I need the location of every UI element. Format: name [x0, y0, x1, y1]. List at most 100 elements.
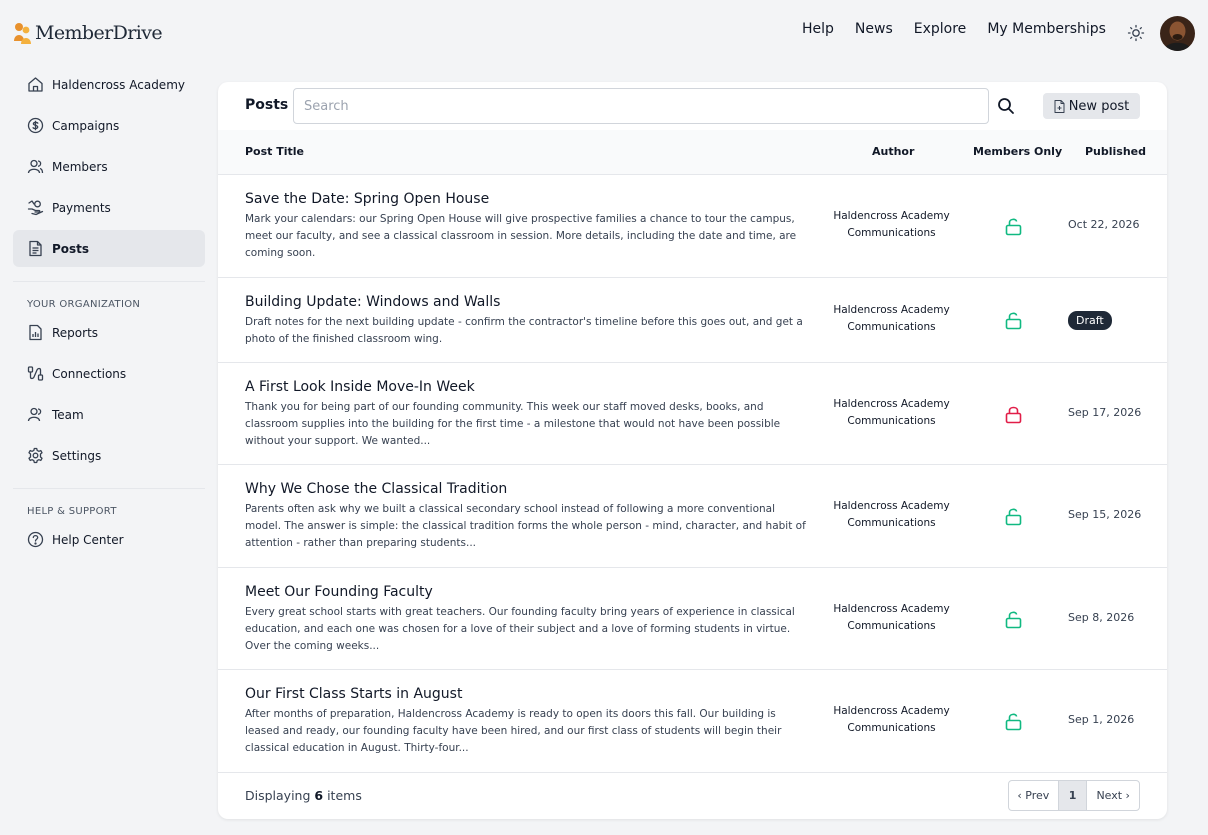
post-author: Haldencross Academy Communications: [833, 398, 950, 427]
sidebar-item-team[interactable]: Team: [13, 396, 205, 433]
home-icon: [27, 76, 44, 93]
document-icon: [27, 240, 44, 257]
page-1-button[interactable]: 1: [1058, 781, 1088, 810]
pagination: ‹ Prev 1 Next ›: [1008, 780, 1140, 811]
sidebar-item-label: Reports: [52, 325, 99, 340]
sidebar-item-help-center[interactable]: Help Center: [13, 521, 205, 558]
items-count: Displaying 6 items: [245, 788, 362, 803]
sidebar-item-campaigns[interactable]: Campaigns: [13, 107, 205, 144]
topnav-news-link[interactable]: News: [855, 21, 893, 37]
posts-toolbar: Posts New post: [218, 82, 1167, 129]
new-post-label: New post: [1068, 98, 1130, 114]
table-header: Post Title Author Members Only Published: [218, 130, 1167, 175]
prev-page-button[interactable]: ‹ Prev: [1009, 781, 1059, 810]
post-author: Haldencross Academy Communications: [833, 210, 950, 239]
unlocked-icon: [1004, 610, 1023, 629]
payment-hand-icon: [27, 199, 44, 216]
sidebar: Haldencross Academy Campaigns Members Pa…: [13, 66, 205, 562]
unlocked-icon: [1004, 217, 1023, 236]
search-icon[interactable]: [997, 97, 1015, 115]
unlocked-icon: [1004, 311, 1023, 330]
post-author: Haldencross Academy Communications: [833, 304, 950, 333]
team-icon: [27, 406, 44, 423]
column-header-members-only[interactable]: Members Only: [973, 145, 1062, 158]
top-navigation: Help News Explore My Memberships: [802, 21, 1106, 37]
sidebar-item-label: Connections: [52, 366, 127, 381]
table-row[interactable]: Why We Chose the Classical Tradition Par…: [218, 465, 1167, 568]
post-author: Haldencross Academy Communications: [833, 705, 950, 734]
unlocked-icon: [1004, 712, 1023, 731]
connections-icon: [27, 365, 44, 382]
sidebar-item-members[interactable]: Members: [13, 148, 205, 185]
sidebar-item-label: Payments: [52, 200, 111, 215]
table-row[interactable]: Our First Class Starts in August After m…: [218, 670, 1167, 773]
sidebar-section-help: HELP & SUPPORT: [27, 506, 117, 517]
sidebar-item-payments[interactable]: Payments: [13, 189, 205, 226]
post-excerpt: Thank you for being part of our founding…: [245, 401, 781, 447]
table-row[interactable]: Meet Our Founding Faculty Every great sc…: [218, 568, 1167, 670]
published-date: Oct 22, 2026: [1068, 218, 1140, 231]
sidebar-item-label: Team: [52, 407, 84, 422]
column-header-post-title[interactable]: Post Title: [245, 145, 304, 158]
topnav-help-link[interactable]: Help: [802, 21, 834, 37]
users-icon: [27, 158, 44, 175]
question-circle-icon: [27, 531, 44, 548]
column-header-author[interactable]: Author: [872, 145, 914, 158]
sidebar-item-haldencross-academy[interactable]: Haldencross Academy: [13, 66, 205, 103]
top-header: MemberDrive Help News Explore My Members…: [0, 0, 1208, 66]
sidebar-item-label: Settings: [52, 448, 102, 463]
published-date: Sep 15, 2026: [1068, 508, 1142, 521]
post-title[interactable]: Meet Our Founding Faculty: [245, 584, 433, 600]
published-date: Sep 1, 2026: [1068, 713, 1135, 726]
unlocked-icon: [1004, 507, 1023, 526]
post-author: Haldencross Academy Communications: [833, 603, 950, 632]
post-excerpt: Every great school starts with great tea…: [245, 606, 795, 652]
post-excerpt: Draft notes for the next building update…: [245, 316, 803, 345]
published-date: Sep 8, 2026: [1068, 611, 1135, 624]
items-count-suffix: items: [327, 788, 362, 803]
sidebar-item-label: Haldencross Academy: [52, 77, 185, 92]
sidebar-item-reports[interactable]: Reports: [13, 314, 205, 351]
post-excerpt: Parents often ask why we built a classic…: [245, 503, 806, 549]
sidebar-item-label: Posts: [52, 241, 90, 256]
locked-icon: [1004, 405, 1023, 424]
sidebar-item-label: Help Center: [52, 532, 124, 547]
table-row[interactable]: Building Update: Windows and Walls Draft…: [218, 278, 1167, 363]
report-icon: [27, 324, 44, 341]
sidebar-section-organization: YOUR ORGANIZATION: [27, 299, 141, 310]
table-row[interactable]: Save the Date: Spring Open House Mark yo…: [218, 175, 1167, 278]
sidebar-item-label: Members: [52, 159, 108, 174]
gear-icon: [27, 447, 44, 464]
items-count-number: 6: [314, 788, 324, 803]
brand-name: MemberDrive: [35, 22, 163, 44]
items-count-prefix: Displaying: [245, 788, 311, 803]
post-title[interactable]: A First Look Inside Move-In Week: [245, 379, 475, 395]
column-header-published[interactable]: Published: [1085, 145, 1146, 158]
user-avatar[interactable]: [1160, 16, 1195, 51]
table-row[interactable]: A First Look Inside Move-In Week Thank y…: [218, 363, 1167, 465]
search-input[interactable]: [293, 88, 989, 124]
post-title[interactable]: Why We Chose the Classical Tradition: [245, 481, 507, 497]
sidebar-item-label: Campaigns: [52, 118, 120, 133]
sidebar-item-posts[interactable]: Posts: [13, 230, 205, 267]
topnav-my-memberships-link[interactable]: My Memberships: [987, 21, 1106, 37]
new-post-button[interactable]: New post: [1043, 93, 1140, 119]
post-excerpt: After months of preparation, Haldencross…: [245, 708, 782, 754]
brand-mark-icon: [13, 21, 33, 45]
sidebar-item-connections[interactable]: Connections: [13, 355, 205, 392]
sidebar-item-settings[interactable]: Settings: [13, 437, 205, 474]
post-title[interactable]: Building Update: Windows and Walls: [245, 294, 500, 310]
next-page-button[interactable]: Next ›: [1087, 781, 1139, 810]
published-date: Sep 17, 2026: [1068, 406, 1142, 419]
post-title[interactable]: Our First Class Starts in August: [245, 686, 462, 702]
brand-logo[interactable]: MemberDrive: [13, 21, 163, 45]
post-excerpt: Mark your calendars: our Spring Open Hou…: [245, 213, 797, 259]
new-document-icon: [1054, 99, 1065, 113]
dollar-circle-icon: [27, 117, 44, 134]
draft-badge: Draft: [1068, 311, 1112, 330]
posts-card: Posts New post Post Title Author Members…: [218, 82, 1167, 819]
posts-title: Posts: [245, 97, 289, 113]
topnav-explore-link[interactable]: Explore: [914, 21, 967, 37]
sun-icon[interactable]: [1127, 24, 1145, 42]
post-title[interactable]: Save the Date: Spring Open House: [245, 191, 489, 207]
